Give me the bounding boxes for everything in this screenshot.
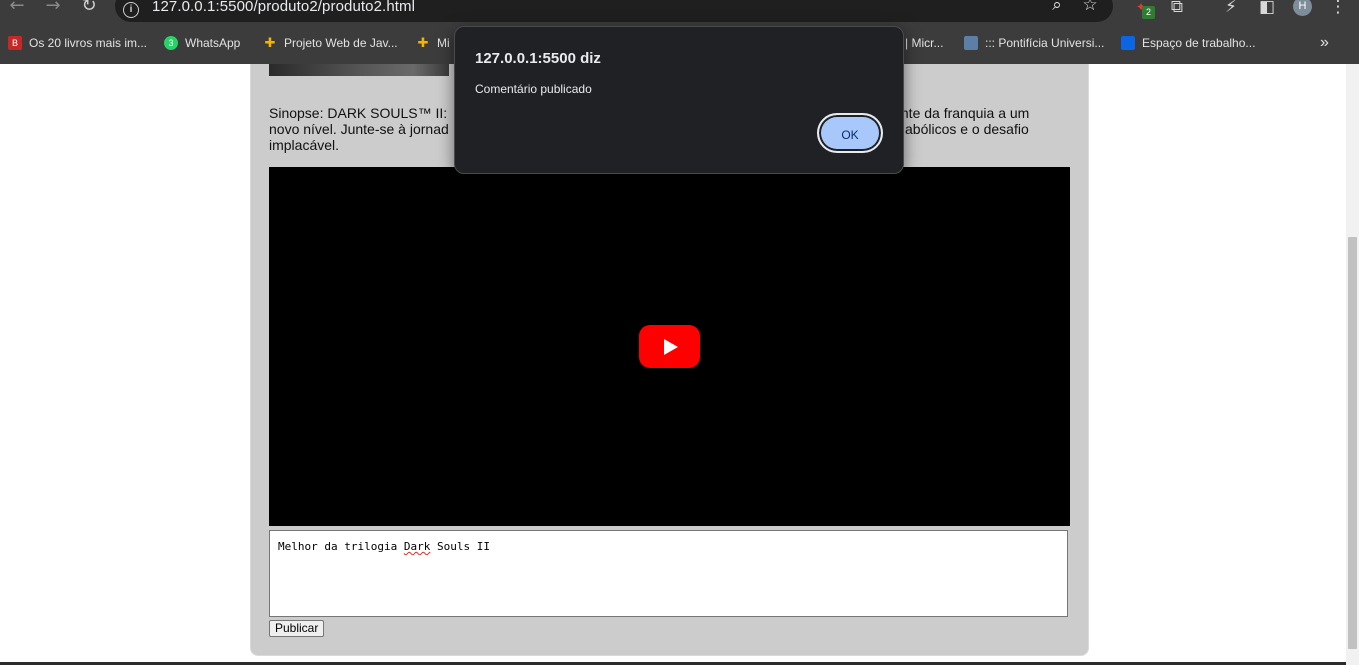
youtube-embed[interactable] (269, 167, 1070, 526)
publish-button[interactable]: Publicar (269, 620, 325, 637)
more-bookmarks-icon[interactable]: » (1320, 31, 1329, 55)
url-text[interactable]: 127.0.0.1:5500/produto2/produto2.html (152, 0, 415, 15)
bookmark-item[interactable]: 3 WhatsApp (164, 31, 240, 55)
comment-textarea[interactable]: Melhor da trilogia Dark Souls II (269, 530, 1068, 617)
whatsapp-icon: 3 (164, 36, 178, 50)
scrollbar-thumb[interactable] (1348, 237, 1357, 649)
university-icon (964, 36, 978, 50)
site-info-icon[interactable]: i (123, 2, 139, 18)
bookmark-item[interactable]: Espaço de trabalho... (1121, 31, 1255, 55)
bookmark-item[interactable]: ✚ Projeto Web de Jav... (263, 31, 398, 55)
bookmark-item[interactable]: | Micr... (905, 31, 943, 55)
sparkle-icon: ✚ (417, 35, 429, 50)
back-arrow-icon[interactable]: ← (5, 0, 29, 18)
product-image (269, 64, 449, 76)
side-panel-icon[interactable]: ◧ (1257, 0, 1277, 17)
bookmark-item[interactable]: ✚ Mi (416, 31, 450, 55)
bookmark-item[interactable]: B Os 20 livros mais im... (8, 31, 147, 55)
play-icon (664, 339, 678, 355)
performance-icon[interactable]: ⚡ (1221, 0, 1241, 17)
extensions-puzzle-icon[interactable]: ⧉ (1167, 0, 1187, 17)
dialog-message: Comentário publicado (475, 82, 592, 96)
profile-avatar[interactable]: H (1293, 0, 1312, 16)
youtube-play-button[interactable] (639, 325, 700, 368)
bookmark-item[interactable]: ::: Pontifícia Universi... (964, 31, 1104, 55)
alert-dialog: 127.0.0.1:5500 diz Comentário publicado … (454, 26, 904, 174)
book-icon: B (8, 36, 22, 50)
trello-icon (1121, 36, 1135, 50)
dialog-title: 127.0.0.1:5500 diz (475, 50, 601, 67)
sparkle-icon: ✚ (264, 35, 276, 50)
reload-icon[interactable]: ↻ (77, 0, 101, 18)
bookmark-star-icon[interactable]: ☆ (1080, 0, 1100, 15)
address-bar[interactable]: i 127.0.0.1:5500/produto2/produto2.html … (115, 0, 1113, 22)
forward-arrow-icon[interactable]: → (41, 0, 65, 18)
ok-button[interactable]: OK (817, 113, 883, 153)
menu-kebab-icon[interactable]: ⋮ (1328, 0, 1348, 17)
vertical-scrollbar[interactable] (1346, 64, 1359, 665)
zoom-icon[interactable]: ⌕ (1047, 0, 1067, 15)
extension-badge: 2 (1142, 6, 1155, 19)
